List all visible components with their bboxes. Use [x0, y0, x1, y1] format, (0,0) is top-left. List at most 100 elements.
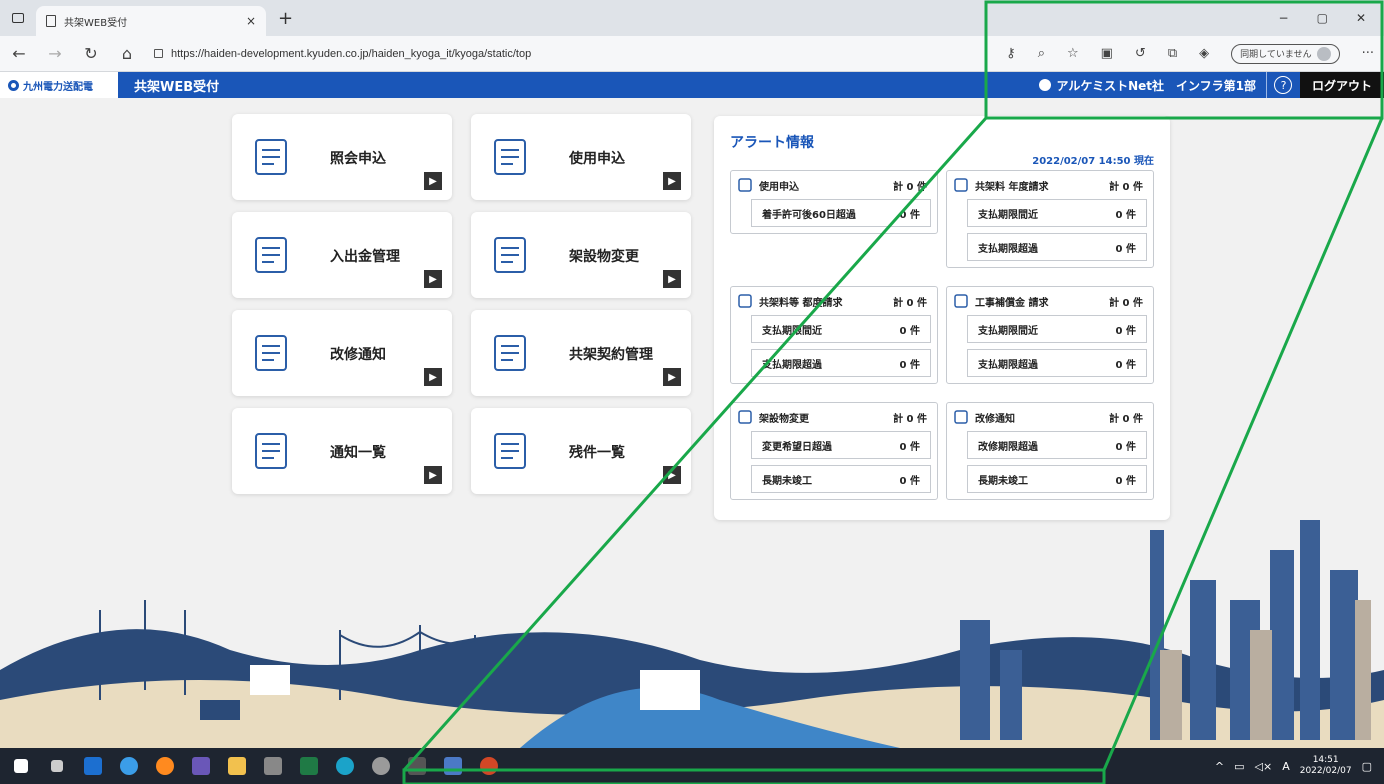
outlook-icon[interactable]: [78, 751, 108, 781]
arrow-icon[interactable]: ▶: [424, 368, 442, 386]
start-icon[interactable]: [6, 751, 36, 781]
alert-row-name: 支払期限超過: [762, 359, 822, 371]
network-icon[interactable]: ▭: [1234, 760, 1244, 773]
alert-row[interactable]: 支払期限超過 0 件: [967, 349, 1147, 377]
paint-icon[interactable]: [366, 751, 396, 781]
menu-card-5[interactable]: 共架契約管理 ▶: [471, 310, 691, 396]
menu-card-2[interactable]: 入出金管理 ▶: [232, 212, 452, 298]
alert-group-name: 工事補償金 請求: [975, 297, 1049, 309]
help-icon: ?: [1274, 76, 1293, 94]
close-window-button[interactable]: ✕: [1356, 11, 1366, 25]
edge-icon[interactable]: [330, 751, 360, 781]
favorite-icon[interactable]: ☆: [1067, 46, 1079, 61]
notification-icon[interactable]: ▢: [1362, 760, 1372, 773]
alert-group: 共架料等 都度請求計 0 件支払期限間近 0 件支払期限超過 0 件: [730, 286, 938, 384]
profile-avatar-icon: [1316, 46, 1331, 61]
alert-row[interactable]: 支払期限超過 0 件: [751, 349, 931, 377]
arrow-icon[interactable]: ▶: [424, 270, 442, 288]
pole-icon: [494, 237, 526, 273]
home-icon[interactable]: ⌂: [118, 44, 136, 63]
logout-button[interactable]: ログアウト: [1299, 72, 1384, 98]
menu-card-1[interactable]: 使用申込 ▶: [471, 114, 691, 200]
alert-group-icon: [738, 178, 752, 192]
menu-card-label: 共架契約管理: [569, 347, 653, 363]
firefox-icon[interactable]: [150, 751, 180, 781]
shield-icon[interactable]: ◈: [1199, 46, 1209, 61]
alert-row-count: 0 件: [1115, 359, 1136, 371]
alert-row-name: 支払期限超過: [978, 243, 1038, 255]
close-tab-icon[interactable]: ×: [246, 14, 256, 28]
menu-card-label: 照会申込: [330, 151, 386, 167]
alert-group-name: 共架料 年度請求: [975, 181, 1049, 193]
zoom-icon[interactable]: ⌕: [1038, 46, 1045, 61]
calculator-icon[interactable]: [258, 751, 288, 781]
alert-group-name: 共架料等 都度請求: [759, 297, 843, 309]
powerpoint-icon[interactable]: [474, 751, 504, 781]
alert-group-icon: [954, 178, 968, 192]
ime-indicator[interactable]: A: [1282, 760, 1290, 773]
arrow-icon[interactable]: ▶: [424, 172, 442, 190]
key-icon[interactable]: ⚷: [1006, 46, 1016, 61]
app-header: 九州電力送配電 共架WEB受付 アルケミストNet社 インフラ第1部 ? ログア…: [0, 72, 1384, 98]
app-icon[interactable]: [186, 751, 216, 781]
refresh-icon[interactable]: ↻: [82, 44, 100, 63]
task-view-icon[interactable]: [42, 751, 72, 781]
excel-icon[interactable]: [294, 751, 324, 781]
extension-icon[interactable]: ▣: [1101, 46, 1113, 61]
alert-row-count: 0 件: [1115, 243, 1136, 255]
sync-button[interactable]: 同期していません: [1231, 43, 1340, 64]
more-icon[interactable]: ···: [1362, 46, 1374, 61]
menu-card-label: 改修通知: [330, 347, 386, 363]
browser-tab[interactable]: 共架WEB受付 ×: [36, 6, 266, 36]
url-field[interactable]: https://haiden-development.kyuden.co.jp/…: [154, 48, 988, 60]
ie-icon[interactable]: [114, 751, 144, 781]
volume-icon[interactable]: ◁×: [1255, 760, 1273, 773]
alert-timestamp: 2022/02/07 14:50 現在: [1032, 156, 1154, 167]
menu-card-4[interactable]: 改修通知 ▶: [232, 310, 452, 396]
new-tab-button[interactable]: +: [278, 8, 293, 29]
alert-group-total: 計 0 件: [1109, 181, 1143, 193]
alert-row[interactable]: 支払期限間近 0 件: [751, 315, 931, 343]
arrow-icon[interactable]: ▶: [663, 270, 681, 288]
forward-icon[interactable]: →: [46, 44, 64, 63]
alert-group-icon: [738, 294, 752, 308]
alert-row[interactable]: 支払期限間近 0 件: [967, 315, 1147, 343]
alert-row-name: 支払期限間近: [762, 325, 822, 337]
sync-label: 同期していません: [1240, 50, 1312, 60]
back-icon[interactable]: ←: [10, 44, 28, 63]
minimize-button[interactable]: −: [1279, 11, 1289, 25]
alert-row[interactable]: 支払期限超過 0 件: [967, 233, 1147, 261]
alert-title: アラート情報: [730, 135, 814, 151]
alert-row[interactable]: 着手許可後60日超過 0 件: [751, 199, 931, 227]
alert-group-header: 共架料 年度請求 計 0 件: [947, 171, 1153, 199]
alert-row-name: 支払期限間近: [978, 325, 1038, 337]
brand-logo: 九州電力送配電: [0, 72, 118, 98]
arrow-icon[interactable]: ▶: [663, 172, 681, 190]
tab-title: 共架WEB受付: [64, 17, 128, 29]
folder-icon[interactable]: [222, 751, 252, 781]
handshake-icon: [494, 335, 526, 371]
chevron-up-icon[interactable]: ^: [1215, 760, 1224, 773]
clipboard-pen-icon: [255, 139, 287, 175]
snip-icon[interactable]: [402, 751, 432, 781]
alert-row-name: 支払期限超過: [978, 359, 1038, 371]
alert-group-total: 計 0 件: [1109, 297, 1143, 309]
arrow-icon[interactable]: ▶: [663, 368, 681, 386]
maximize-button[interactable]: ▢: [1317, 11, 1328, 25]
logo-icon: [8, 79, 19, 91]
reading-icon[interactable]: ↺: [1135, 46, 1146, 61]
mail-icon[interactable]: [438, 751, 468, 781]
collections-icon[interactable]: ⧉: [1168, 46, 1177, 61]
help-button[interactable]: ?: [1265, 72, 1300, 98]
tab-actions-icon[interactable]: [0, 0, 36, 36]
clock[interactable]: 14:51 2022/02/07: [1300, 755, 1352, 777]
alert-row[interactable]: 支払期限間近 0 件: [967, 199, 1147, 227]
user-icon: [1038, 79, 1051, 91]
clock-time: 14:51: [1312, 755, 1339, 765]
menu-card-3[interactable]: 架設物変更 ▶: [471, 212, 691, 298]
alert-row-count: 0 件: [1115, 209, 1136, 221]
menu-card-0[interactable]: 照会申込 ▶: [232, 114, 452, 200]
alert-group-name: 使用申込: [759, 181, 799, 193]
user-name: アルケミストNet社 インフラ第1部: [1056, 78, 1256, 93]
alert-group: 使用申込 計 0 件着手許可後60日超過 0 件: [730, 170, 938, 234]
